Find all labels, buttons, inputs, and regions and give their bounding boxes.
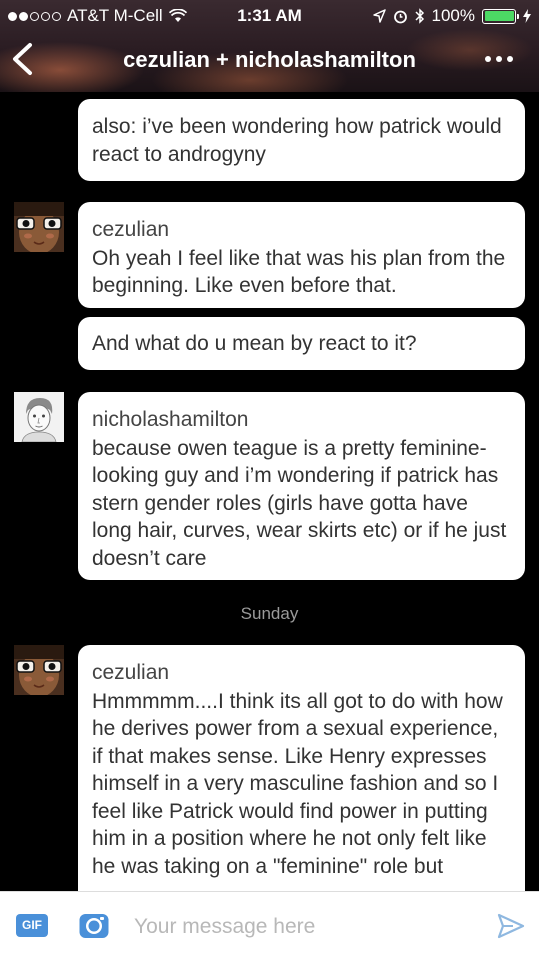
send-icon[interactable] (497, 912, 525, 940)
message-text: also: i’ve been wondering how patrick wo… (92, 115, 502, 166)
avatar-cezulian[interactable] (14, 645, 64, 695)
location-arrow-icon (372, 9, 386, 23)
battery-percent: 100% (431, 6, 475, 25)
message-username[interactable]: cezulian (92, 659, 511, 687)
message-text: Hmmmmm....I think its all got to do with… (92, 689, 503, 878)
message-username[interactable]: cezulian (92, 216, 511, 244)
battery-icon (482, 8, 519, 24)
avatar-cezulian[interactable] (14, 202, 64, 252)
bluetooth-icon (414, 8, 424, 24)
message-text: because owen teague is a pretty feminine… (92, 436, 507, 570)
avatar-cezulian-image (14, 202, 64, 252)
message-text: Oh yeah I feel like that was his plan fr… (92, 246, 506, 298)
message-bubble: also: i’ve been wondering how patrick wo… (78, 99, 525, 181)
message-bubble: And what do u mean by react to it? (78, 317, 525, 370)
gif-button[interactable]: GIF (16, 914, 48, 937)
day-divider: Sunday (240, 604, 299, 623)
message-bubble: nicholashamilton because owen teague is … (78, 392, 525, 580)
status-bar: AT&T M-Cell 1:31 AM 100% (0, 0, 539, 34)
message-text: And what do u mean by react to it? (92, 332, 417, 355)
message-bubble: cezulian Hmmmmm....I think its all got t… (78, 645, 525, 907)
more-options-icon[interactable] (485, 46, 517, 72)
avatar-nicholashamilton-image (14, 392, 64, 442)
status-right: 100% (372, 6, 531, 26)
conversation-title[interactable]: cezulian + nicholashamilton (0, 47, 539, 73)
message-username[interactable]: nicholashamilton (92, 406, 511, 434)
conversation-header: AT&T M-Cell 1:31 AM 100% cezulian + nich… (0, 0, 539, 92)
message-composer: GIF (0, 891, 539, 960)
charging-bolt-icon (523, 9, 531, 23)
message-input[interactable] (134, 910, 474, 944)
avatar-nicholashamilton[interactable] (14, 392, 64, 442)
message-bubble: cezulian Oh yeah I feel like that was hi… (78, 202, 525, 308)
avatar-cezulian-image (14, 645, 64, 695)
camera-icon[interactable] (78, 910, 110, 940)
alarm-icon (393, 10, 407, 23)
